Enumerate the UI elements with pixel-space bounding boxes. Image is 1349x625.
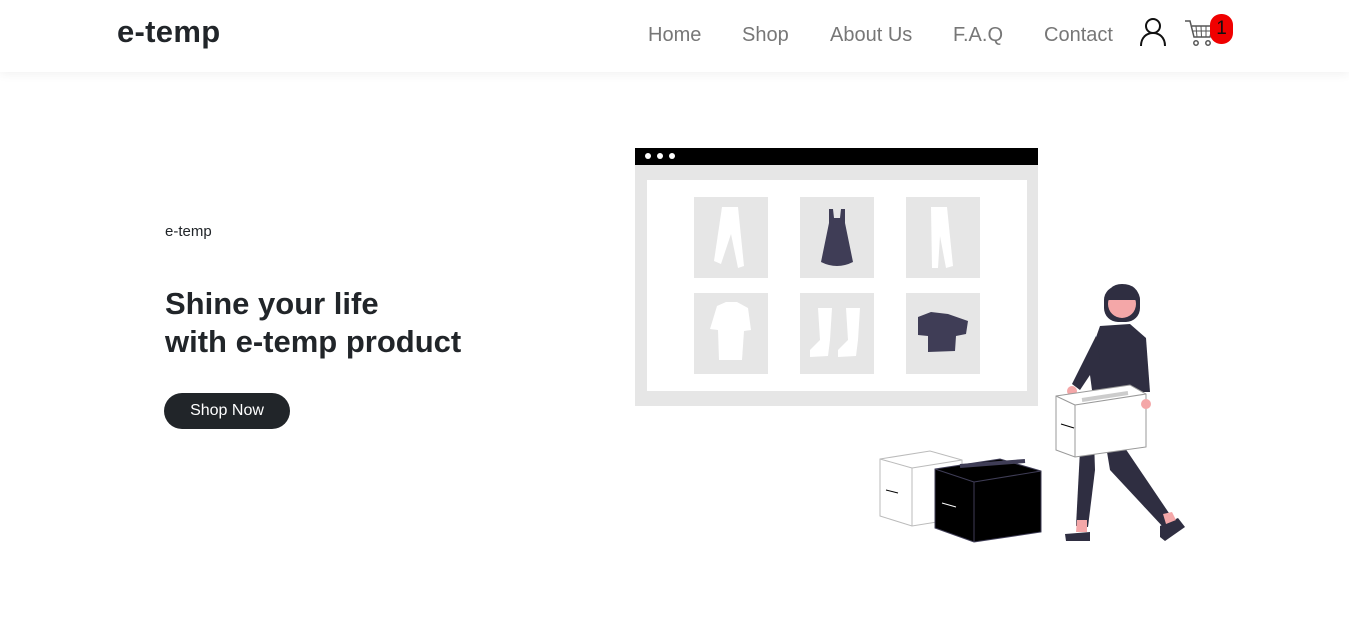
- nav-link-contact[interactable]: Contact: [1044, 24, 1113, 47]
- hero-kicker: e-temp: [165, 223, 212, 240]
- nav-link-about-us[interactable]: About Us: [830, 24, 912, 47]
- shop-now-button[interactable]: Shop Now: [164, 393, 290, 429]
- nav-link-home[interactable]: Home: [648, 24, 701, 47]
- cart-count-badge: 1: [1210, 14, 1233, 44]
- online-shopping-illustration: [635, 148, 1185, 543]
- nav-link-faq[interactable]: F.A.Q: [953, 24, 1003, 47]
- brand-logo[interactable]: e-temp: [117, 14, 220, 50]
- hero-title-line-1: Shine your life: [165, 286, 379, 321]
- hero-title: Shine your life with e-temp product: [165, 285, 461, 361]
- hero-title-line-2: with e-temp product: [165, 324, 462, 359]
- cart-button[interactable]: 1: [1184, 14, 1236, 48]
- nav-link-shop[interactable]: Shop: [742, 24, 789, 47]
- navbar: e-temp Home Shop About Us F.A.Q Contact …: [0, 0, 1349, 72]
- user-icon[interactable]: [1139, 17, 1167, 47]
